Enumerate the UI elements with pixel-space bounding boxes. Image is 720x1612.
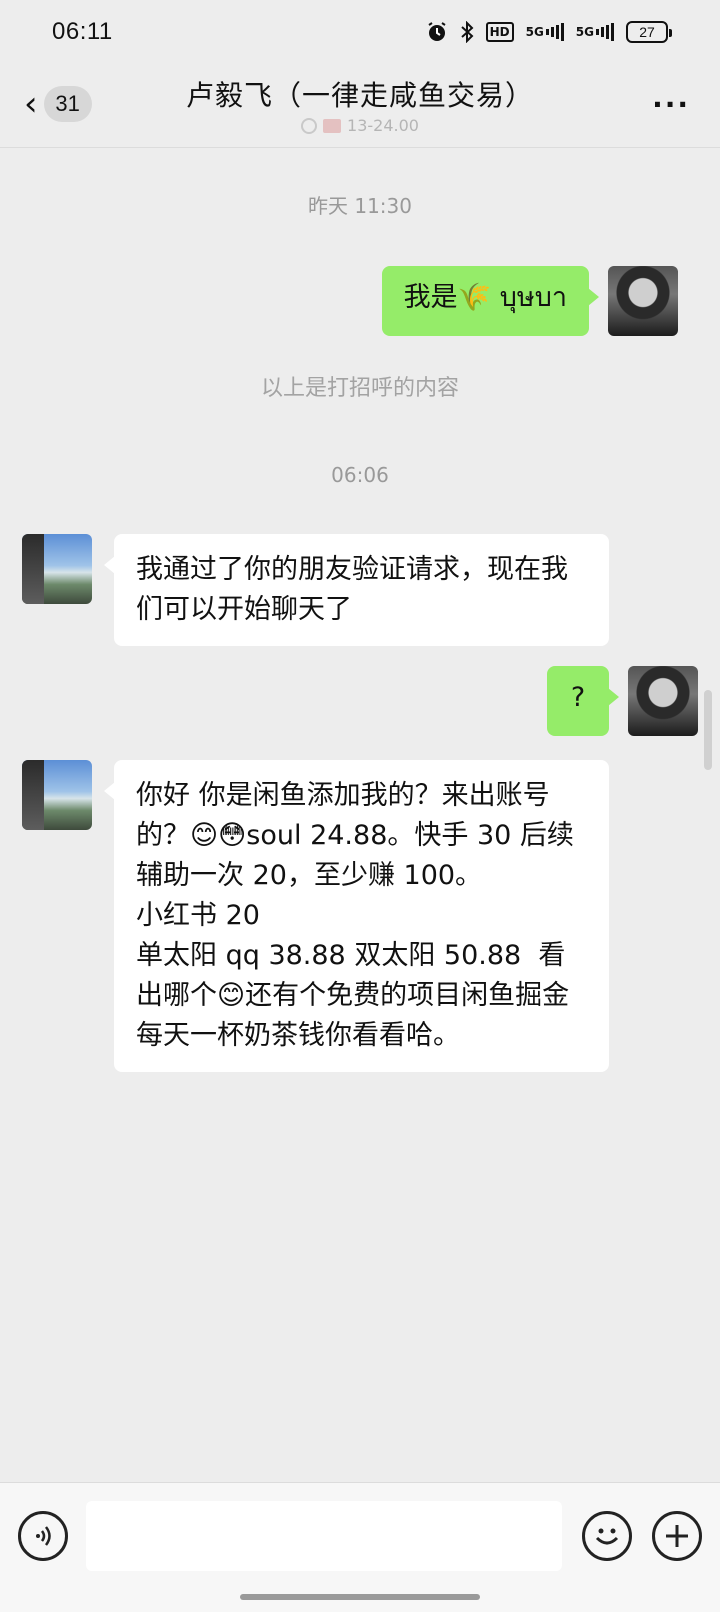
chat-header: ‹ 31 卢毅飞（一律走咸鱼交易） 13-24.00 ··· [0,64,720,148]
message-input[interactable] [86,1501,562,1571]
status-circle-icon [301,117,318,134]
contact-avatar[interactable] [22,534,92,604]
status-time: 06:11 [52,18,113,45]
voice-icon [36,1526,51,1546]
message-text: 你好 你是闲鱼添加我的？来出账号的？😊😳soul 24.88。快手 30 后续辅… [136,780,574,1051]
my-message-bubble[interactable]: ? [547,666,619,736]
chat-subtitle: 13-24.00 [0,116,720,135]
contact-message-bubble[interactable]: 你好 你是闲鱼添加我的？来出账号的？😊😳soul 24.88。快手 30 后续辅… [104,760,609,1072]
network-type-label: 5G [575,25,594,39]
emoji-icon [595,1528,619,1545]
battery-icon: 27 [626,21,672,43]
message-text: ? [570,682,586,713]
my-avatar[interactable] [628,666,698,736]
message-timestamp: 06:06 [331,463,389,487]
input-bar [0,1482,720,1612]
message-text: 我是🌾 บุษบา [403,282,567,313]
signal-icon: 5G [576,23,614,41]
bluetooth-icon [460,21,474,43]
plus-icon [666,1525,688,1547]
status-text: 13-24.00 [347,116,419,135]
contact-avatar[interactable] [22,760,92,830]
chat-scrollbar[interactable] [704,690,712,770]
emoji-button[interactable] [582,1511,632,1561]
more-options-button[interactable]: ··· [652,88,690,121]
status-icons: HD 5G 5G 27 [426,21,672,43]
alarm-icon [426,21,448,43]
my-message-bubble[interactable]: 我是🌾 บุษบา [381,266,600,336]
my-avatar[interactable] [608,266,678,336]
plus-button[interactable] [652,1511,702,1561]
home-indicator[interactable] [240,1594,480,1600]
chat-title: 卢毅飞（一律走咸鱼交易） [185,79,534,112]
work-status-icon [323,118,342,133]
message-text: 我通过了你的朋友验证请求，现在我们可以开始聊天了 [136,554,568,625]
greeting-note: 以上是打招呼的内容 [260,376,459,401]
message-timestamp: 昨天 11:30 [308,194,412,218]
hd-voice-icon: HD [485,22,514,42]
signal-icon: 5G [526,23,564,41]
voice-button[interactable] [18,1511,68,1561]
status-bar: 06:11 HD 5G 5G 27 [0,0,720,64]
contact-message-bubble[interactable]: 我通过了你的朋友验证请求，现在我们可以开始聊天了 [104,534,609,646]
network-type-label: 5G [525,25,544,39]
